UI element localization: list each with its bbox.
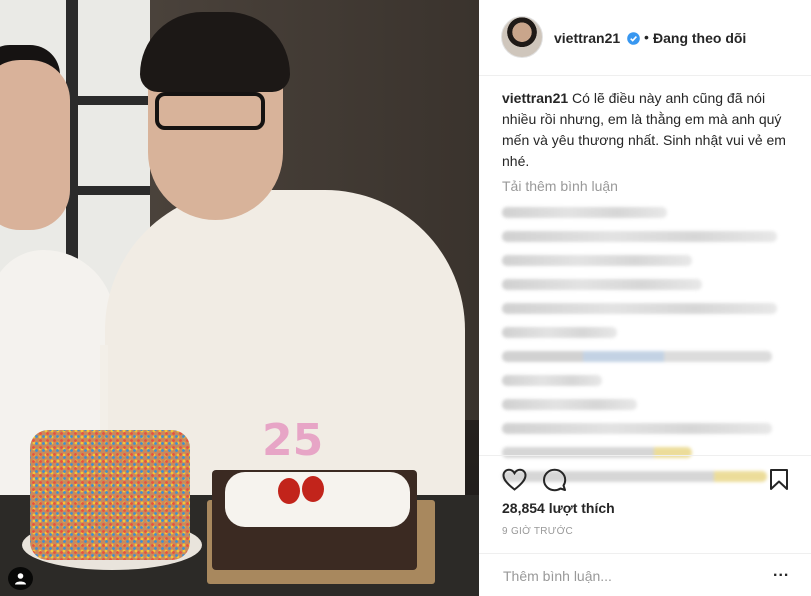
user-tag-icon[interactable] — [8, 567, 33, 590]
separator-dot: • — [644, 29, 649, 45]
heart-icon[interactable] — [502, 468, 527, 497]
likes-count[interactable]: 28,854 lượt thích — [502, 500, 615, 516]
blurred-comment — [502, 399, 637, 410]
blurred-comment — [502, 231, 777, 242]
photo-strawberry — [278, 478, 300, 504]
author-username[interactable]: viettran21 — [554, 30, 620, 46]
photo-glasses — [155, 92, 265, 130]
blurred-comment — [502, 423, 772, 434]
photo-sprinkle-cake — [30, 430, 190, 560]
blurred-comment — [502, 375, 602, 386]
post-header: viettran21 • Đang theo dõi — [479, 0, 811, 76]
post-actions: 28,854 lượt thích 9 GIỜ TRƯỚC ... — [479, 455, 811, 595]
blurred-comment — [502, 279, 702, 290]
photo-head-left — [0, 60, 70, 230]
verified-badge-icon — [627, 32, 640, 50]
comments-section: viettran21 Có lẽ điều này anh cũng đã nó… — [502, 88, 792, 482]
photo-number-candle: 25 — [262, 415, 324, 466]
bookmark-icon[interactable] — [769, 468, 789, 497]
blurred-comments — [502, 207, 792, 482]
blurred-comment — [502, 351, 772, 362]
avatar[interactable] — [501, 16, 543, 58]
blurred-comment — [502, 207, 667, 218]
follow-status-button[interactable]: Đang theo dõi — [653, 30, 746, 46]
post-timestamp[interactable]: 9 GIỜ TRƯỚC — [502, 526, 573, 537]
load-more-comments-link[interactable]: Tải thêm bình luận — [502, 178, 792, 194]
post-sidebar: viettran21 • Đang theo dõi viettran21 Có… — [479, 0, 811, 596]
post-photo[interactable]: 25 — [0, 0, 479, 596]
caption-username[interactable]: viettran21 — [502, 90, 568, 106]
blurred-comment — [502, 327, 617, 338]
photo-strawberry — [302, 476, 324, 502]
blurred-comment — [502, 255, 692, 266]
add-comment-bar: ... — [479, 553, 811, 596]
more-options-button[interactable]: ... — [773, 563, 789, 581]
comment-icon[interactable] — [542, 468, 567, 497]
post-caption: viettran21 Có lẽ điều này anh cũng đã nó… — [502, 88, 792, 172]
photo-candle — [100, 345, 108, 440]
blurred-comment — [502, 303, 777, 314]
comment-input[interactable] — [501, 564, 755, 588]
